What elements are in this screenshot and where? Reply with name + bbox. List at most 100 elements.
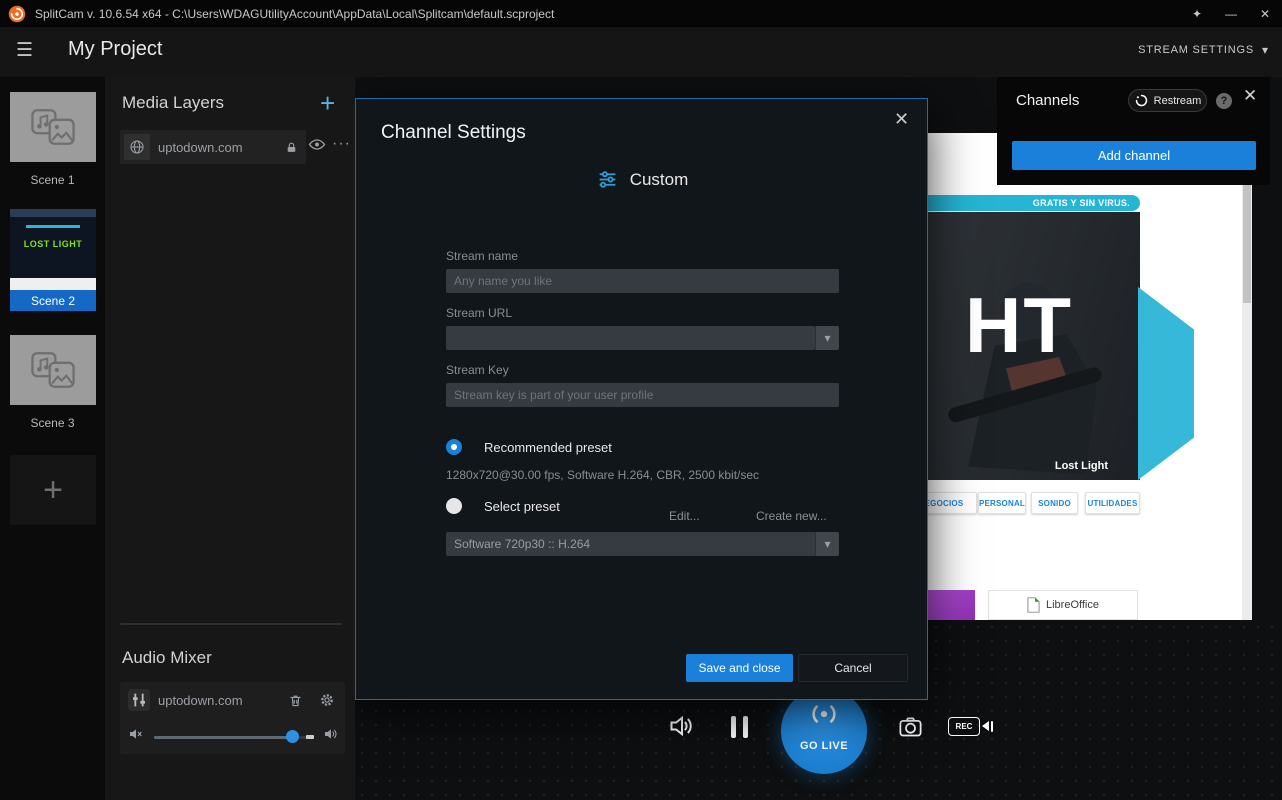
preset-select[interactable]: Software 720p30 :: H.264 <box>446 532 815 556</box>
stream-name-input[interactable] <box>446 269 839 293</box>
stream-key-input[interactable] <box>446 383 839 407</box>
restream-logo-icon <box>1134 93 1149 108</box>
master-volume-button[interactable] <box>668 712 696 740</box>
ellipsis-icon: ··· <box>332 135 351 152</box>
select-preset-radio[interactable] <box>446 498 462 514</box>
cancel-button[interactable]: Cancel <box>798 654 908 682</box>
camera-icon <box>897 713 924 740</box>
scene-3-thumbnail[interactable] <box>10 335 96 405</box>
volume-slider-handle[interactable] <box>286 730 299 743</box>
menu-button[interactable]: ☰ <box>16 39 33 62</box>
channel-settings-dialog: Channel Settings ✕ Custom Stream name St… <box>355 98 928 700</box>
lock-icon[interactable] <box>285 141 298 154</box>
plus-icon: + <box>320 88 335 118</box>
page-scrollbar-thumb[interactable] <box>1243 183 1251 303</box>
close-icon: ✕ <box>1243 86 1257 105</box>
plus-icon: + <box>43 471 63 510</box>
go-live-label: GO LIVE <box>781 740 867 752</box>
save-and-close-button[interactable]: Save and close <box>686 654 793 682</box>
add-scene-button[interactable]: + <box>10 455 96 525</box>
restream-button[interactable]: Restream <box>1128 89 1207 112</box>
add-channel-button[interactable]: Add channel <box>1012 141 1256 170</box>
minimize-icon: — <box>1225 7 1237 21</box>
media-layers-panel: Media Layers + uptodown.com <box>105 77 355 800</box>
trash-icon[interactable] <box>288 693 303 708</box>
create-new-preset-link[interactable]: Create new... <box>756 509 827 523</box>
close-dialog-button[interactable]: ✕ <box>894 109 909 130</box>
media-layers-title: Media Layers <box>122 93 224 113</box>
restream-label: Restream <box>1154 95 1202 107</box>
close-icon: ✕ <box>894 109 909 129</box>
audio-source-name: uptodown.com <box>158 693 288 708</box>
scene-2-thumb-topbar <box>10 209 96 217</box>
layer-more-menu[interactable]: ··· <box>332 135 351 153</box>
scene-2-thumb-strip <box>10 278 96 290</box>
whats-new-icon: ✦ <box>1192 7 1202 21</box>
chevron-down-icon: ▾ <box>824 537 830 551</box>
category-tab-sonido[interactable]: SONIDO <box>1031 492 1078 514</box>
mute-speaker-icon[interactable] <box>128 726 144 742</box>
add-layer-button[interactable]: + <box>320 88 335 119</box>
libreoffice-tile[interactable]: LibreOffice <box>988 590 1138 620</box>
select-preset-label: Select preset <box>484 499 560 514</box>
go-live-button[interactable]: GO LIVE <box>781 688 867 774</box>
help-icon[interactable]: ? <box>1216 93 1232 109</box>
scene-1-thumbnail[interactable] <box>10 92 96 162</box>
audio-mixer-title: Audio Mixer <box>122 648 212 668</box>
layer-name: uptodown.com <box>158 140 285 155</box>
chevron-down-icon: ▾ <box>1262 43 1268 57</box>
media-placeholder-icon <box>31 351 75 389</box>
close-icon: ✕ <box>1260 7 1270 21</box>
stream-settings-label: STREAM SETTINGS <box>1138 44 1254 56</box>
recommended-preset-radio[interactable] <box>446 439 462 455</box>
sliders-icon <box>597 169 618 190</box>
audio-source-item: uptodown.com <box>120 682 345 754</box>
media-layer-item[interactable]: uptodown.com <box>120 130 306 164</box>
preset-dropdown-button[interactable]: ▾ <box>815 532 839 556</box>
channel-type-label: Custom <box>630 170 689 190</box>
scene-2-active-label[interactable]: Scene 2 <box>10 290 96 311</box>
broadcast-icon <box>802 702 846 726</box>
scenes-sidebar: Scene 1 LOST LIGHT Scene 2 Scene 3 + <box>0 77 105 800</box>
audio-source-icon <box>128 689 150 711</box>
edit-preset-link[interactable]: Edit... <box>669 509 700 523</box>
gear-icon[interactable] <box>319 692 335 708</box>
whats-new-button[interactable]: ✦ <box>1180 0 1214 27</box>
project-title: My Project <box>68 38 162 61</box>
category-tab-personal[interactable]: PERSONAL <box>978 492 1026 514</box>
record-button[interactable]: REC <box>948 716 993 736</box>
channels-panel: Channels Restream ? ✕ Add channel <box>997 77 1270 185</box>
minimize-button[interactable]: — <box>1214 0 1248 27</box>
scene-2-thumbnail[interactable]: LOST LIGHT <box>10 209 96 290</box>
close-channels-button[interactable]: ✕ <box>1243 86 1257 106</box>
stream-url-label: Stream URL <box>446 306 512 320</box>
category-tab-utilidades[interactable]: UTILIDADES <box>1085 492 1140 514</box>
channel-type-row: Custom <box>356 169 929 190</box>
hamburger-icon: ☰ <box>16 40 33 61</box>
speaker-icon[interactable] <box>323 726 339 742</box>
stream-url-dropdown-button[interactable]: ▾ <box>815 326 839 350</box>
splitcam-logo-icon <box>8 5 26 23</box>
pause-icon <box>731 716 736 738</box>
promo-banner-text: GRATIS Y SIN VIRUS. <box>1033 198 1130 208</box>
libreoffice-label: LibreOffice <box>1046 599 1099 611</box>
record-camera-icon <box>982 721 989 731</box>
scene-1-label: Scene 1 <box>0 173 105 187</box>
game-caption: Lost Light <box>1055 460 1108 472</box>
app-header: ☰ My Project STREAM SETTINGS ▾ <box>0 27 1282 77</box>
stream-name-label: Stream name <box>446 249 518 263</box>
close-window-button[interactable]: ✕ <box>1248 0 1282 27</box>
pause-preview-button[interactable] <box>731 716 751 738</box>
stream-url-input[interactable] <box>446 326 815 350</box>
cyan-ribbon <box>1138 287 1194 480</box>
chevron-down-icon: ▾ <box>824 331 830 345</box>
snapshot-button[interactable] <box>897 713 924 740</box>
game-title-fragment: HT <box>965 280 1073 371</box>
panel-divider <box>120 623 342 625</box>
scene-3-label: Scene 3 <box>0 416 105 430</box>
document-icon <box>1027 597 1040 613</box>
stream-settings-menu[interactable]: STREAM SETTINGS ▾ <box>1138 43 1268 57</box>
eye-visibility-icon[interactable] <box>308 138 326 151</box>
titlebar: SplitCam v. 10.6.54 x64 - C:\Users\WDAGU… <box>0 0 1282 27</box>
globe-icon <box>124 134 150 160</box>
